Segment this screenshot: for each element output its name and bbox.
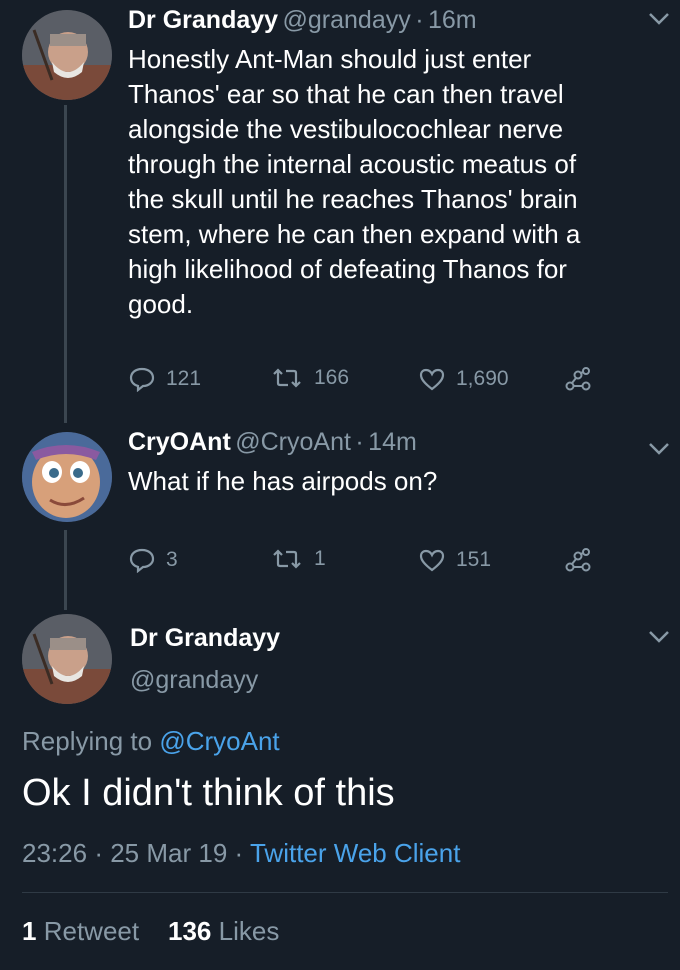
- like-count: 151: [456, 548, 492, 571]
- reply-button[interactable]: 121: [128, 366, 201, 392]
- retweet-count: 166: [314, 366, 350, 389]
- tweet-text: Honestly Ant-Man should just enter Thano…: [128, 42, 668, 322]
- timestamp[interactable]: 16m: [428, 6, 477, 34]
- retweet-button[interactable]: 1: [270, 547, 326, 571]
- username[interactable]: @CryoAnt: [235, 428, 351, 456]
- replying-to-label: Replying to: [22, 726, 160, 756]
- share-button[interactable]: [564, 366, 602, 392]
- tweet-header: Dr Grandayy @grandayy · 16m: [128, 6, 477, 35]
- retweet-icon: [273, 368, 301, 388]
- retweets-stat[interactable]: 1 Retweet: [22, 916, 139, 946]
- chevron-down-icon[interactable]: [648, 12, 670, 31]
- likes-stat[interactable]: 136 Likes: [168, 916, 279, 946]
- avatar-image: [22, 10, 112, 100]
- thread-line: [64, 530, 67, 610]
- tweet-text-line: through the internal acoustic meatus of: [128, 149, 577, 179]
- tweet-text-line: the skull until he reaches Thanos' brain: [128, 184, 578, 214]
- like-button[interactable]: 1,690: [418, 366, 509, 392]
- username[interactable]: @grandayy: [130, 666, 258, 695]
- like-button[interactable]: 151: [418, 547, 491, 573]
- share-button[interactable]: [564, 547, 602, 573]
- chevron-down-icon[interactable]: [648, 442, 670, 461]
- thread-line: [64, 105, 67, 423]
- like-count: 1,690: [456, 367, 509, 390]
- tweet-date[interactable]: 25 Mar 19: [110, 838, 227, 868]
- chevron-down-icon[interactable]: [648, 630, 670, 649]
- tweet-text: What if he has airpods on?: [128, 464, 668, 499]
- separator-dot: ·: [415, 6, 424, 34]
- tweet-stats: 1 Retweet 136 Likes: [22, 916, 279, 947]
- timestamp[interactable]: 14m: [368, 428, 417, 456]
- tweet-header: CryOAnt @CryoAnt · 14m: [128, 428, 417, 457]
- retweet-label: Retweet: [43, 916, 140, 946]
- separator-dot: ·: [94, 838, 103, 868]
- avatar-image: [22, 614, 112, 704]
- tweet-meta: 23:26 · 25 Mar 19 · Twitter Web Client: [22, 838, 460, 869]
- reply-count: 3: [166, 548, 178, 571]
- tweet-time[interactable]: 23:26: [22, 838, 87, 868]
- avatar[interactable]: [22, 614, 112, 704]
- avatar[interactable]: [22, 10, 112, 100]
- tweet-text-line: good.: [128, 289, 194, 319]
- separator-dot: ·: [355, 428, 364, 456]
- share-icon: [565, 548, 591, 572]
- display-name[interactable]: CryOAnt: [128, 428, 231, 456]
- replying-to-link[interactable]: @CryoAnt: [159, 726, 279, 756]
- retweet-button[interactable]: 166: [270, 366, 349, 390]
- main-tweet-text: Ok I didn't think of this: [22, 772, 395, 814]
- divider: [22, 892, 668, 893]
- avatar-image: [22, 432, 112, 522]
- tweet-text-line: What if he has airpods on?: [128, 466, 438, 496]
- retweet-count: 1: [314, 547, 326, 570]
- reply-icon: [129, 548, 155, 573]
- retweet-total: 1: [22, 916, 37, 946]
- display-name[interactable]: Dr Grandayy: [128, 6, 278, 34]
- display-name[interactable]: Dr Grandayy: [130, 624, 280, 653]
- tweet-text-line: alongside the vestibulocochlear nerve: [128, 114, 564, 144]
- retweet-icon: [273, 549, 301, 569]
- tweet-text-line: Thanos' ear so that he can then travel: [128, 79, 564, 109]
- tweet-text-line: high likelihood of defeating Thanos for: [128, 254, 567, 284]
- heart-icon: [419, 368, 445, 391]
- replying-to: Replying to @CryoAnt: [22, 726, 280, 757]
- tweet-text-line: stem, where he can then expand with a: [128, 219, 581, 249]
- like-total: 136: [168, 916, 212, 946]
- avatar[interactable]: [22, 432, 112, 522]
- separator-dot: ·: [234, 838, 244, 868]
- heart-icon: [419, 549, 445, 572]
- reply-icon: [129, 367, 155, 392]
- like-label: Likes: [218, 916, 280, 946]
- username[interactable]: @grandayy: [283, 6, 411, 34]
- client-link[interactable]: Twitter Web Client: [250, 838, 460, 868]
- tweet-text-line: Honestly Ant-Man should just enter: [128, 44, 532, 74]
- reply-count: 121: [166, 367, 202, 390]
- reply-button[interactable]: 3: [128, 547, 178, 573]
- share-icon: [565, 367, 591, 391]
